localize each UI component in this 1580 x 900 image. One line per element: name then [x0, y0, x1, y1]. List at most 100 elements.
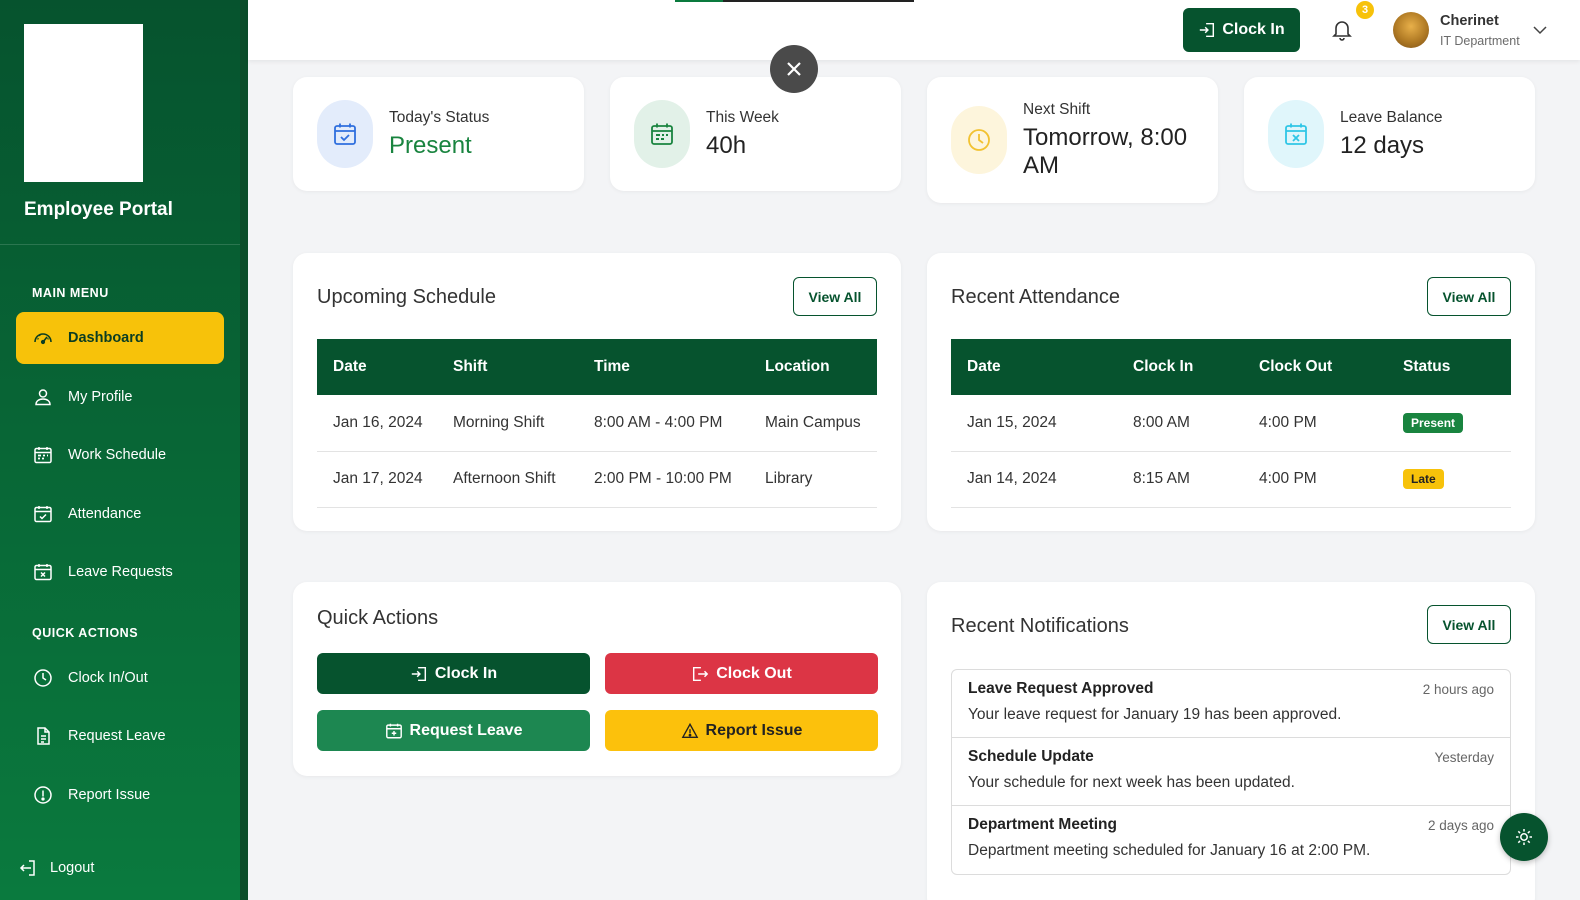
- attendance-view-all-button[interactable]: View All: [1427, 277, 1511, 316]
- card-title: Upcoming Schedule: [317, 286, 496, 308]
- quick-clock-out-button[interactable]: Clock Out: [605, 653, 878, 694]
- notification-item[interactable]: Schedule Update Yesterday Your schedule …: [952, 738, 1510, 806]
- avatar[interactable]: [1393, 12, 1429, 48]
- quick-request-leave-button[interactable]: Request Leave: [317, 710, 590, 751]
- speedometer-icon: [32, 327, 54, 349]
- table-cell: 8:15 AM: [1117, 451, 1243, 508]
- stat-card-todays-status: Today's Status Present: [293, 77, 584, 191]
- logo: [24, 24, 143, 182]
- notification-item[interactable]: Department Meeting 2 days ago Department…: [952, 806, 1510, 874]
- box-arrow-in-icon: [411, 666, 426, 681]
- sidebar-item-my-profile[interactable]: My Profile: [16, 371, 224, 423]
- file-text-icon: [32, 725, 54, 747]
- column-header: Date: [317, 339, 437, 395]
- logout-button[interactable]: Logout: [18, 858, 94, 878]
- close-icon: [787, 62, 801, 76]
- quick-actions-label: QUICK ACTIONS: [32, 626, 139, 640]
- calendar-week-icon: [634, 100, 690, 168]
- notification-time: 2 days ago: [1427, 818, 1494, 833]
- sidebar-item-report-issue[interactable]: Report Issue: [16, 769, 224, 821]
- table-cell: 4:00 PM: [1243, 451, 1387, 508]
- card-title: Recent Attendance: [951, 286, 1121, 308]
- schedule-table: Date Shift Time Location Jan 16, 2024 Mo…: [317, 339, 877, 508]
- stat-card-next-shift: Next Shift Tomorrow, 8:00 AM: [927, 77, 1218, 203]
- column-header: Location: [749, 339, 877, 395]
- sidebar-item-label: My Profile: [68, 389, 133, 405]
- portal-title: Employee Portal: [24, 199, 173, 220]
- column-header: Status: [1387, 339, 1511, 395]
- notification-text: Your leave request for January 19 has be…: [968, 706, 1342, 723]
- recent-attendance-card: Recent Attendance View All Date Clock In…: [927, 253, 1535, 531]
- stat-label: This Week: [706, 109, 779, 126]
- close-button[interactable]: [770, 45, 818, 93]
- notification-time: 2 hours ago: [1422, 682, 1494, 697]
- table-row: Jan 14, 2024 8:15 AM 4:00 PM Late: [951, 451, 1511, 508]
- chevron-down-icon[interactable]: [1532, 22, 1548, 38]
- stat-label: Leave Balance: [1340, 109, 1443, 126]
- stat-label: Today's Status: [389, 109, 490, 126]
- stat-card-this-week: This Week 40h: [610, 77, 901, 191]
- table-row: Jan 15, 2024 8:00 AM 4:00 PM Present: [951, 395, 1511, 452]
- table-cell: Jan 16, 2024: [317, 395, 437, 452]
- box-arrow-out-icon: [693, 666, 709, 681]
- card-title: Recent Notifications: [951, 615, 1129, 637]
- sun-icon: [1516, 829, 1532, 845]
- upcoming-schedule-card: Upcoming Schedule View All Date Shift Ti…: [293, 253, 901, 531]
- table-cell: Late: [1387, 451, 1511, 508]
- stat-card-leave-balance: Leave Balance 12 days: [1244, 77, 1535, 191]
- quick-report-issue-button[interactable]: Report Issue: [605, 710, 878, 751]
- sidebar-item-attendance[interactable]: Attendance: [16, 488, 224, 540]
- sidebar-item-work-schedule[interactable]: Work Schedule: [16, 429, 224, 481]
- notifications-view-all-button[interactable]: View All: [1427, 605, 1511, 644]
- quick-clock-in-button[interactable]: Clock In: [317, 653, 590, 694]
- column-header: Clock Out: [1243, 339, 1387, 395]
- table-cell: Morning Shift: [437, 395, 578, 452]
- table-header-row: Date Clock In Clock Out Status: [951, 339, 1511, 395]
- stat-label: Next Shift: [1023, 101, 1091, 118]
- sidebar-item-dashboard[interactable]: Dashboard: [16, 312, 224, 364]
- sidebar-item-label: Dashboard: [68, 330, 144, 346]
- notification-text: Your schedule for next week has been upd…: [968, 774, 1295, 791]
- button-label: Request Leave: [409, 721, 523, 739]
- calendar-x-icon: [1268, 100, 1324, 168]
- table-cell: Jan 17, 2024: [317, 451, 437, 508]
- stat-value: 40h: [706, 132, 747, 159]
- bell-icon[interactable]: [1328, 16, 1356, 44]
- table-cell: Jan 15, 2024: [951, 395, 1117, 452]
- notification-count-badge: 3: [1356, 1, 1374, 19]
- clock-in-header-button[interactable]: Clock In: [1183, 8, 1300, 52]
- warning-triangle-icon: [681, 722, 698, 738]
- sidebar-item-clock-in-out[interactable]: Clock In/Out: [16, 652, 224, 704]
- clock-icon: [951, 106, 1007, 174]
- status-badge: Late: [1403, 469, 1444, 489]
- table-cell: 8:00 AM - 4:00 PM: [578, 395, 749, 452]
- column-header: Clock In: [1117, 339, 1243, 395]
- sidebar-divider: [0, 244, 240, 245]
- card-title: Quick Actions: [317, 607, 439, 629]
- attendance-table: Date Clock In Clock Out Status Jan 15, 2…: [951, 339, 1511, 508]
- sidebar-item-label: Work Schedule: [68, 447, 167, 463]
- notification-title: Department Meeting: [968, 816, 1117, 833]
- table-header-row: Date Shift Time Location: [317, 339, 877, 395]
- stat-value: Tomorrow, 8:00 AM: [1023, 124, 1188, 180]
- table-cell: Afternoon Shift: [437, 451, 578, 508]
- calendar-plus-icon: [385, 723, 402, 738]
- logout-label: Logout: [50, 860, 95, 876]
- main-menu-label: MAIN MENU: [32, 286, 109, 300]
- table-cell: 2:00 PM - 10:00 PM: [578, 451, 749, 508]
- table-cell: 8:00 AM: [1117, 395, 1243, 452]
- notification-item[interactable]: Leave Request Approved 2 hours ago Your …: [952, 670, 1510, 738]
- table-cell: Main Campus: [749, 395, 877, 452]
- calendar-week-icon: [32, 444, 54, 466]
- sidebar-item-label: Attendance: [68, 506, 142, 522]
- exclamation-circle-icon: [32, 784, 54, 806]
- sidebar-item-leave-requests[interactable]: Leave Requests: [16, 546, 224, 598]
- calendar-x-icon: [32, 561, 54, 583]
- theme-toggle-button[interactable]: [1500, 813, 1548, 861]
- table-cell: 4:00 PM: [1243, 395, 1387, 452]
- button-label: Clock In: [434, 664, 498, 682]
- column-header: Time: [578, 339, 749, 395]
- schedule-view-all-button[interactable]: View All: [793, 277, 877, 316]
- sidebar-item-request-leave[interactable]: Request Leave: [16, 710, 224, 762]
- button-label: Clock Out: [716, 664, 792, 682]
